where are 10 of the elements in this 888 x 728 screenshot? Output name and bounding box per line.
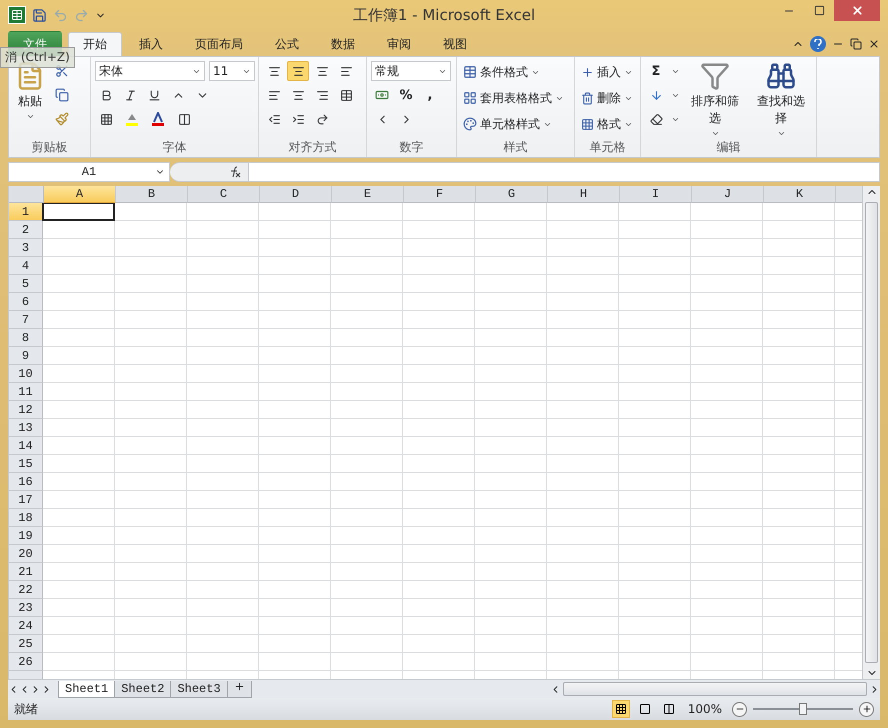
group-label: 单元格 [588, 138, 626, 156]
tooltip: 消 (Ctrl+Z) [0, 47, 75, 68]
window-title: 工作簿1 - Microsoft Excel [352, 6, 536, 24]
status-text: 就绪 [14, 700, 38, 718]
group-label: 编辑 [716, 139, 742, 156]
group-label: 数字 [398, 138, 424, 156]
group-label: 样式 [502, 138, 528, 156]
group-label: 剪贴板 [30, 138, 68, 156]
group-label: 对齐方式 [288, 138, 338, 156]
group-label: 字体 [162, 138, 188, 156]
